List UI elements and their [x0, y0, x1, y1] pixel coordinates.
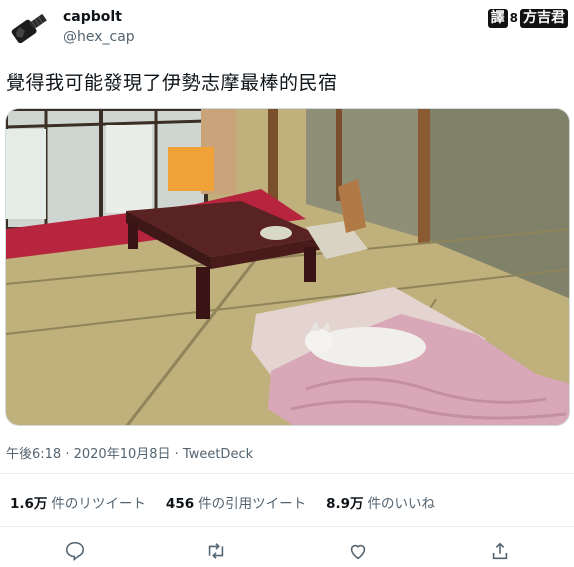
tweet-text: 覺得我可能發現了伊勢志摩最棒的民宿	[6, 72, 338, 94]
user-handle[interactable]: @hex_cap	[63, 29, 135, 45]
watermark-author: 方吉君	[520, 8, 568, 28]
bolt-avatar-icon	[11, 13, 47, 44]
tweet-stats: 1.6万 件のリツイート 456 件の引用ツイート 8.9万 件のいいね	[10, 492, 435, 512]
room-photo-image	[6, 109, 569, 425]
avatar[interactable]	[6, 8, 52, 48]
like-stat[interactable]: 8.9万 件のいいね	[326, 492, 435, 512]
retweet-label: 件のリツイート	[51, 496, 146, 512]
retweet-stat[interactable]: 1.6万 件のリツイート	[10, 492, 146, 512]
meta-separator: ·	[61, 447, 74, 462]
retweet-icon[interactable]	[205, 540, 227, 562]
tweet-client[interactable]: TweetDeck	[183, 447, 253, 462]
tweet-header: capbolt @hex_cap 譯 8 方吉君	[0, 0, 574, 56]
share-icon[interactable]	[489, 540, 511, 562]
divider	[0, 526, 574, 527]
watermark-mark: 譯	[487, 8, 508, 28]
display-name[interactable]: capbolt	[63, 9, 122, 25]
like-icon[interactable]	[347, 540, 369, 562]
divider	[0, 473, 574, 474]
like-label: 件のいいね	[367, 496, 436, 512]
tweet-actions	[0, 536, 574, 566]
quote-count: 456	[165, 496, 195, 512]
watermark: 譯 8 方吉君	[487, 8, 568, 28]
meta-separator: ·	[170, 447, 183, 462]
reply-icon[interactable]	[64, 540, 86, 562]
tweet-meta: 午後6:18 · 2020年10月8日 · TweetDeck	[6, 443, 253, 462]
quote-stat[interactable]: 456 件の引用ツイート	[166, 492, 306, 512]
tweet-time[interactable]: 午後6:18	[6, 447, 61, 462]
like-count: 8.9万	[326, 496, 364, 512]
tweet-date[interactable]: 2020年10月8日	[74, 447, 171, 462]
watermark-separator: 8	[509, 11, 518, 25]
retweet-count: 1.6万	[10, 496, 48, 512]
tweet-photo[interactable]	[5, 108, 570, 426]
quote-label: 件の引用ツイート	[198, 496, 307, 512]
